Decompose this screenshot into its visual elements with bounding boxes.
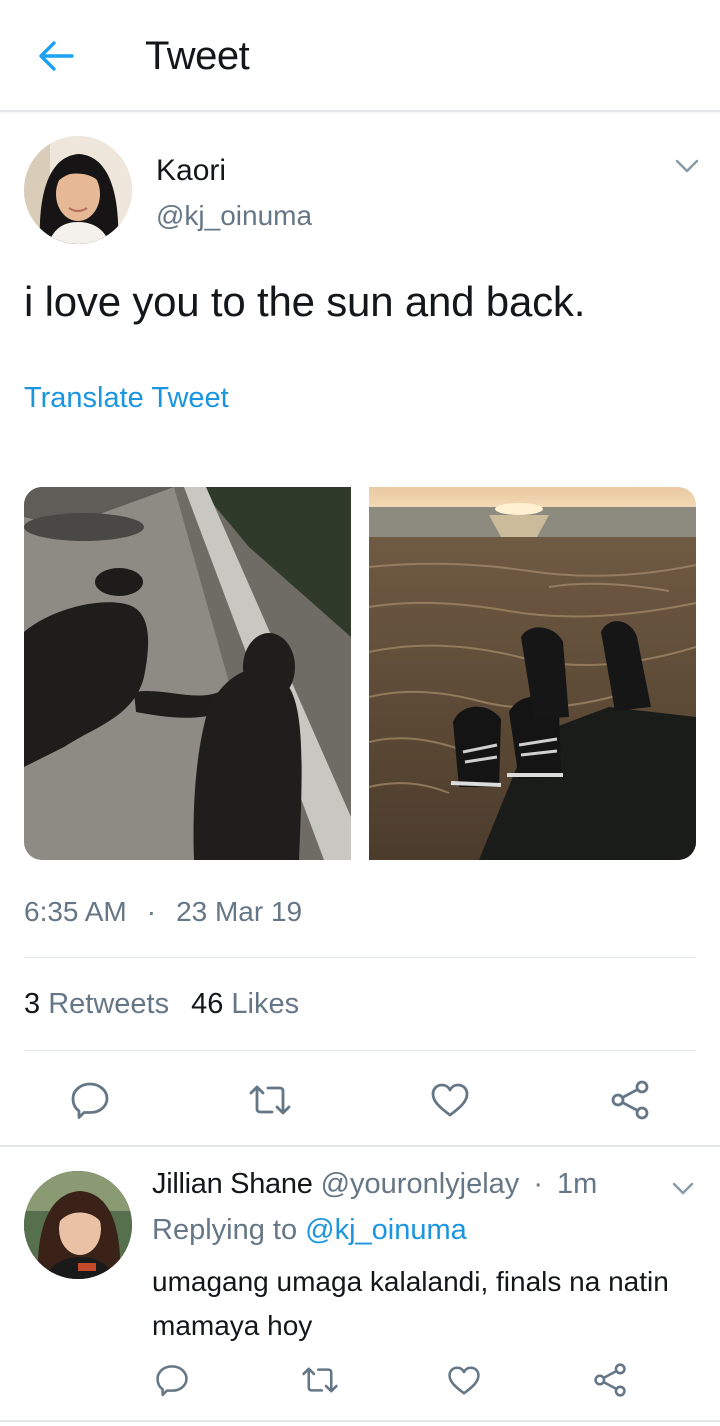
reply-author-name[interactable]: Jillian Shane: [152, 1168, 313, 1200]
reply-icon: [71, 1082, 109, 1119]
tweet-photo-beach[interactable]: [369, 487, 696, 860]
reply-author-avatar[interactable]: [24, 1171, 132, 1279]
like-icon: [448, 1365, 480, 1395]
tweet-timestamp: 6:35 AM · 23 Mar 19: [24, 896, 302, 928]
reply-author-handle[interactable]: @youronlyjelay: [321, 1168, 520, 1200]
divider: [24, 957, 696, 958]
like-icon: [431, 1083, 469, 1117]
tweet-photo-shadows[interactable]: [24, 487, 351, 860]
retweets-stat[interactable]: 3 Retweets: [24, 988, 169, 1020]
tweet-date: 23 Mar 19: [176, 896, 303, 927]
tweet-menu-button[interactable]: [672, 154, 702, 178]
back-arrow-icon: [39, 41, 74, 71]
reply-button[interactable]: [66, 1076, 114, 1124]
replying-to-label: Replying to: [152, 1214, 298, 1246]
reply-reply-button[interactable]: [152, 1360, 192, 1400]
translate-tweet-link[interactable]: Translate Tweet: [24, 382, 229, 415]
separator-dot: ·: [533, 1168, 543, 1200]
reply-menu-button[interactable]: [668, 1176, 698, 1200]
chevron-down-icon: [672, 1182, 694, 1194]
retweet-icon: [302, 1367, 338, 1393]
reply-header: Jillian Shane @youronlyjelay · 1m: [152, 1168, 597, 1201]
reply-text: umagang umaga kalalandi, finals na natin…: [152, 1266, 669, 1341]
share-button[interactable]: [606, 1076, 654, 1124]
author-avatar[interactable]: [24, 136, 132, 244]
share-icon: [594, 1363, 626, 1397]
retweets-count: 3: [24, 988, 41, 1020]
share-icon: [611, 1080, 649, 1120]
page-title: Tweet: [145, 34, 250, 78]
replying-to-mention[interactable]: @kj_oinuma: [305, 1214, 467, 1246]
retweet-icon: [249, 1085, 291, 1115]
chevron-down-icon: [675, 159, 699, 173]
tweet-text: i love you to the sun and back.: [24, 278, 586, 325]
reply-like-button[interactable]: [444, 1360, 484, 1400]
section-divider: [0, 1420, 720, 1422]
divider: [24, 1050, 696, 1051]
likes-label: Likes: [231, 988, 300, 1020]
author-handle[interactable]: @kj_oinuma: [156, 200, 312, 232]
reply-retweet-button[interactable]: [300, 1360, 340, 1400]
back-button[interactable]: [34, 36, 78, 76]
separator-dot: ·: [146, 896, 157, 927]
author-name[interactable]: Kaori: [156, 154, 226, 188]
retweet-button[interactable]: [246, 1076, 294, 1124]
replying-to-line: Replying to @kj_oinuma: [152, 1214, 467, 1247]
likes-stat[interactable]: 46 Likes: [191, 988, 299, 1020]
likes-count: 46: [191, 988, 224, 1020]
retweets-label: Retweets: [48, 988, 170, 1020]
reply-icon: [156, 1365, 188, 1397]
reply-time: 1m: [556, 1168, 598, 1200]
reply-share-button[interactable]: [590, 1360, 630, 1400]
top-app-bar: Tweet: [0, 0, 720, 112]
tweet-stats: 3 Retweets 46 Likes: [24, 988, 299, 1021]
like-button[interactable]: [426, 1076, 474, 1124]
tweet-time: 6:35 AM: [24, 896, 127, 927]
section-divider: [0, 1145, 720, 1147]
